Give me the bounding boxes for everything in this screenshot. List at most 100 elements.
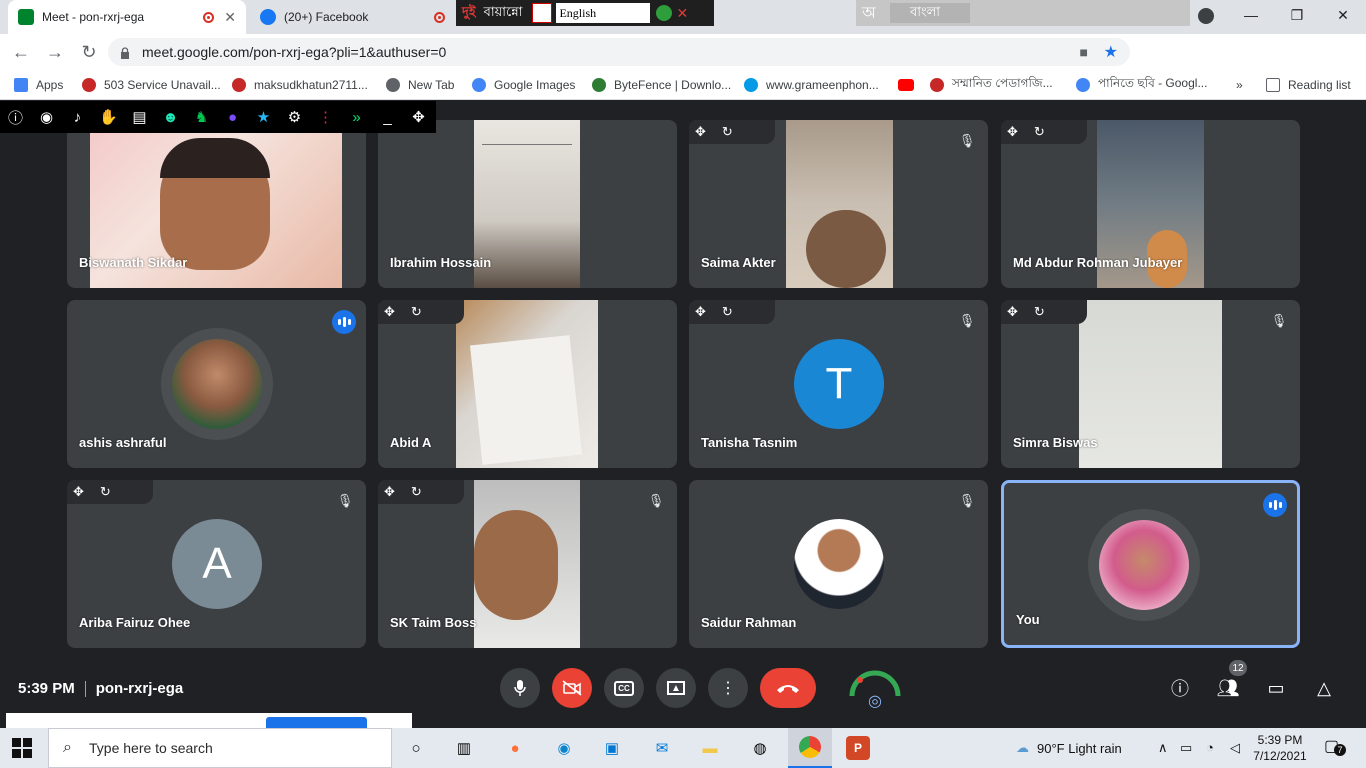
- bookmark-star-icon[interactable]: ★: [1104, 42, 1118, 62]
- refresh-icon[interactable]: ↻: [722, 304, 733, 320]
- add-icon[interactable]: [656, 5, 673, 21]
- profile-dropdown-icon[interactable]: [1198, 8, 1214, 24]
- refresh-icon[interactable]: ↻: [722, 124, 733, 140]
- forward-button[interactable]: →: [40, 37, 70, 67]
- minimize-button[interactable]: —: [1228, 0, 1274, 30]
- captions-button[interactable]: CC: [604, 668, 644, 708]
- refresh-icon[interactable]: ↻: [1034, 124, 1045, 140]
- move-icon[interactable]: ✥: [1007, 304, 1018, 320]
- notification-center[interactable]: ▢ 7: [1324, 736, 1346, 756]
- self-tile[interactable]: You: [1001, 480, 1300, 648]
- tab-meet[interactable]: Meet - pon-rxrj-ega ✕: [8, 0, 246, 34]
- bookmark-item[interactable]: www.grameenphon...: [744, 76, 879, 94]
- popup-button[interactable]: [266, 717, 367, 728]
- refresh-icon[interactable]: ↻: [411, 304, 422, 320]
- firefox-icon[interactable]: ●: [503, 736, 527, 760]
- participant-tile[interactable]: ✥ ↻ 🎙︎ SK Taim Boss: [378, 480, 677, 648]
- participant-tile[interactable]: ✥ ↻ 🎙︎ Simra Biswas: [1001, 300, 1300, 468]
- bookmark-item[interactable]: Google Images: [472, 76, 575, 94]
- chat-icon[interactable]: ●: [217, 109, 248, 126]
- participant-tile[interactable]: ✥ ↻ 🎙︎ Saima Akter: [689, 120, 988, 288]
- participant-tile[interactable]: Biswanath Sikdar: [67, 120, 366, 288]
- refresh-icon[interactable]: ↻: [100, 484, 111, 500]
- chat-icon[interactable]: ▭: [1264, 676, 1288, 700]
- info-icon[interactable]: ⓘ: [0, 107, 31, 128]
- bookmark-youtube[interactable]: [898, 76, 922, 94]
- refresh-icon[interactable]: ↻: [411, 484, 422, 500]
- minimize-icon[interactable]: _: [372, 109, 403, 126]
- move-icon[interactable]: ✥: [73, 484, 84, 500]
- bookmark-item[interactable]: সম্মানিত পেডাগজি...: [930, 76, 1053, 94]
- reading-list[interactable]: Reading list: [1266, 76, 1351, 94]
- move-icon[interactable]: ✥: [695, 124, 706, 140]
- hand-icon[interactable]: ✋: [93, 108, 124, 126]
- move-icon[interactable]: ✥: [695, 304, 706, 320]
- network-app-icon[interactable]: ◍: [748, 736, 772, 760]
- participant-tile[interactable]: ✥ ↻ Abid A: [378, 300, 677, 468]
- speaker-icon[interactable]: ♪: [62, 109, 93, 126]
- chrome-taskbar-button[interactable]: [788, 728, 832, 768]
- participants-icon[interactable]: 👥︎: [1216, 676, 1240, 700]
- adobe-icon[interactable]: [532, 3, 553, 23]
- bookmark-item[interactable]: ByteFence | Downlo...: [592, 76, 731, 94]
- settings-icon[interactable]: ⚙: [279, 108, 310, 126]
- windows-start-icon[interactable]: [12, 738, 32, 758]
- bookmark-item[interactable]: New Tab: [386, 76, 454, 94]
- participant-tile[interactable]: ✥ ↻ Md Abdur Rohman Jubayer: [1001, 120, 1300, 288]
- close-window-button[interactable]: ✕: [1320, 0, 1366, 30]
- meeting-info-icon[interactable]: ⓘ: [1168, 676, 1192, 700]
- cortana-icon[interactable]: ○: [404, 736, 428, 760]
- bookmark-item[interactable]: পানিতে ছবি - Googl...: [1076, 76, 1207, 94]
- participant-tile[interactable]: 🎙︎ Saidur Rahman: [689, 480, 988, 648]
- present-button[interactable]: ▲: [656, 668, 696, 708]
- microphone-button[interactable]: [500, 668, 540, 708]
- refresh-icon[interactable]: ↻: [1034, 304, 1045, 320]
- camera-off-button[interactable]: [552, 668, 592, 708]
- store-icon[interactable]: ▣: [600, 736, 624, 760]
- visual-effects-widget[interactable]: ◎: [846, 666, 904, 710]
- emoji-icon[interactable]: ☻: [155, 109, 186, 126]
- eye-icon[interactable]: ◉: [31, 108, 62, 126]
- reload-button[interactable]: ↻: [74, 37, 104, 67]
- move-icon[interactable]: ✥: [1007, 124, 1018, 140]
- bookmark-item[interactable]: 503 Service Unavail...: [82, 76, 221, 94]
- volume-icon[interactable]: ◁: [1230, 740, 1240, 756]
- participant-tile[interactable]: ashis ashraful: [67, 300, 366, 468]
- close-icon[interactable]: ✕: [224, 9, 236, 26]
- star-icon[interactable]: ★: [248, 108, 279, 126]
- bookmark-item[interactable]: maksudkhatun2711...: [232, 76, 368, 94]
- activities-icon[interactable]: △: [1312, 676, 1336, 700]
- task-view-icon[interactable]: ▥: [452, 736, 476, 760]
- expand-icon[interactable]: »: [341, 109, 372, 126]
- address-bar[interactable]: meet.google.com/pon-rxrj-ega?pli=1&authu…: [108, 38, 1130, 66]
- file-explorer-icon[interactable]: ▬: [698, 736, 722, 760]
- powerpoint-icon[interactable]: P: [846, 736, 870, 760]
- wifi-icon[interactable]: ◔: [1206, 740, 1214, 755]
- leave-call-button[interactable]: [760, 668, 816, 708]
- tools-icon[interactable]: ✕: [676, 5, 688, 22]
- move-icon[interactable]: ✥: [384, 304, 395, 320]
- language-select-bangla[interactable]: বাংলা: [890, 3, 970, 23]
- battery-icon[interactable]: ▭: [1180, 740, 1192, 756]
- participant-tile[interactable]: A ✥ ↻ 🎙︎ Ariba Fairuz Ohee: [67, 480, 366, 648]
- tab-facebook[interactable]: (20+) Facebook: [250, 0, 455, 34]
- move-icon[interactable]: ✥: [403, 108, 434, 126]
- taskbar-search[interactable]: ⌕ Type here to search: [48, 728, 392, 768]
- tray-chevron-icon[interactable]: ∧: [1158, 740, 1168, 756]
- mail-icon[interactable]: ✉: [650, 736, 674, 760]
- move-icon[interactable]: ✥: [384, 484, 395, 500]
- back-button[interactable]: ←: [6, 37, 36, 67]
- taskbar-clock[interactable]: 5:39 PM 7/12/2021: [1252, 732, 1308, 764]
- participant-tile[interactable]: Ibrahim Hossain: [378, 120, 677, 288]
- participant-tile[interactable]: T ✥ ↻ 🎙︎ Tanisha Tasnim: [689, 300, 988, 468]
- bookmark-apps[interactable]: Apps: [14, 76, 63, 94]
- weather-widget[interactable]: ☁ 90°F Light rain: [1016, 740, 1122, 756]
- badge-icon[interactable]: ♞: [186, 108, 217, 126]
- edge-icon[interactable]: ◉: [552, 736, 576, 760]
- more-options-button[interactable]: ⋮: [708, 668, 748, 708]
- bookmarks-more[interactable]: »: [1236, 76, 1243, 94]
- more-icon[interactable]: ⋮: [310, 108, 341, 126]
- camera-icon[interactable]: ■: [1080, 44, 1088, 60]
- language-select[interactable]: English: [556, 3, 651, 23]
- clipboard-icon[interactable]: ▤: [124, 108, 155, 126]
